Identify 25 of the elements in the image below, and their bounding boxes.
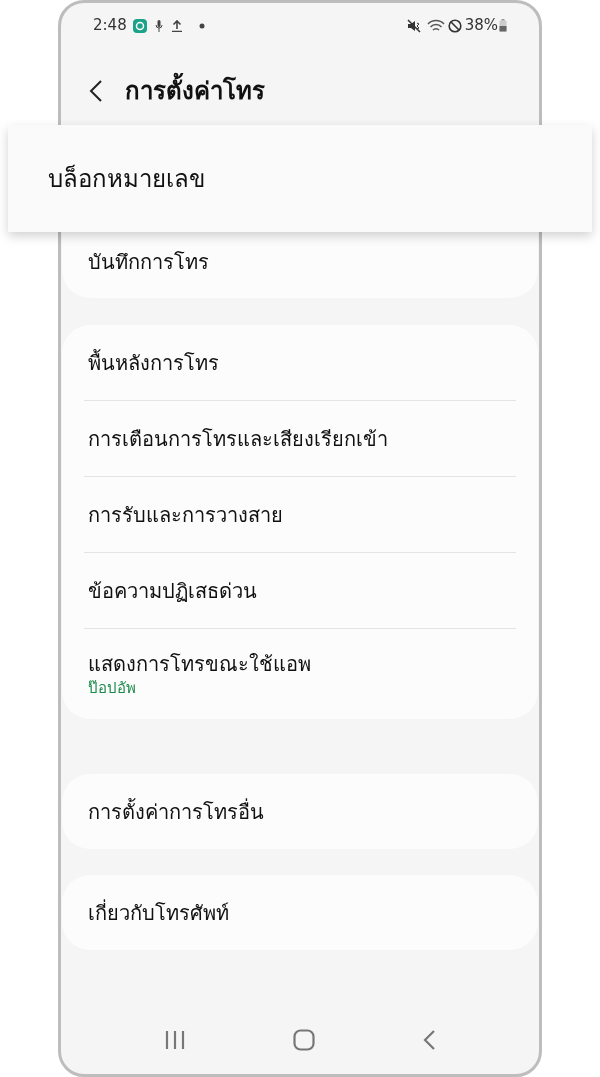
battery-icon [499, 19, 507, 32]
settings-item[interactable]: การตั้งค่าการโทรอื่น [62, 774, 538, 849]
settings-item[interactable]: ข้อความปฏิเสธด่วน [62, 553, 538, 628]
app-notification-icon [132, 18, 147, 33]
upload-icon [171, 19, 182, 32]
back-nav-icon[interactable] [421, 1029, 436, 1051]
settings-item[interactable]: บันทึกการโทร [62, 237, 538, 287]
back-icon[interactable] [89, 78, 103, 103]
item-subtitle: ป๊อปอัพ [88, 678, 137, 698]
blocked-icon [447, 18, 462, 33]
home-icon[interactable] [293, 1029, 315, 1051]
dot-icon [198, 22, 205, 29]
microphone-icon [154, 19, 163, 32]
page-title: การตั้งค่าโทร [125, 72, 265, 109]
wifi-icon [426, 18, 445, 33]
settings-item[interactable]: เกี่ยวกับโทรศัพท์ [62, 875, 538, 950]
popup-menu[interactable]: บล็อกหมายเลข [8, 125, 592, 232]
settings-item[interactable]: พื้นหลังการโทร [62, 325, 538, 400]
settings-item[interactable]: แสดงการโทรขณะใช้แอพ ป๊อปอัพ [62, 629, 538, 719]
settings-item[interactable]: การเตือนการโทรและเสียงเรียกเข้า [62, 401, 538, 476]
settings-item[interactable]: การรับและการวางสาย [62, 477, 538, 552]
recent-apps-icon[interactable] [164, 1030, 187, 1050]
clock-time: 2:48 [93, 15, 127, 37]
battery-percent: 38% [464, 15, 498, 37]
mute-icon [406, 18, 421, 33]
